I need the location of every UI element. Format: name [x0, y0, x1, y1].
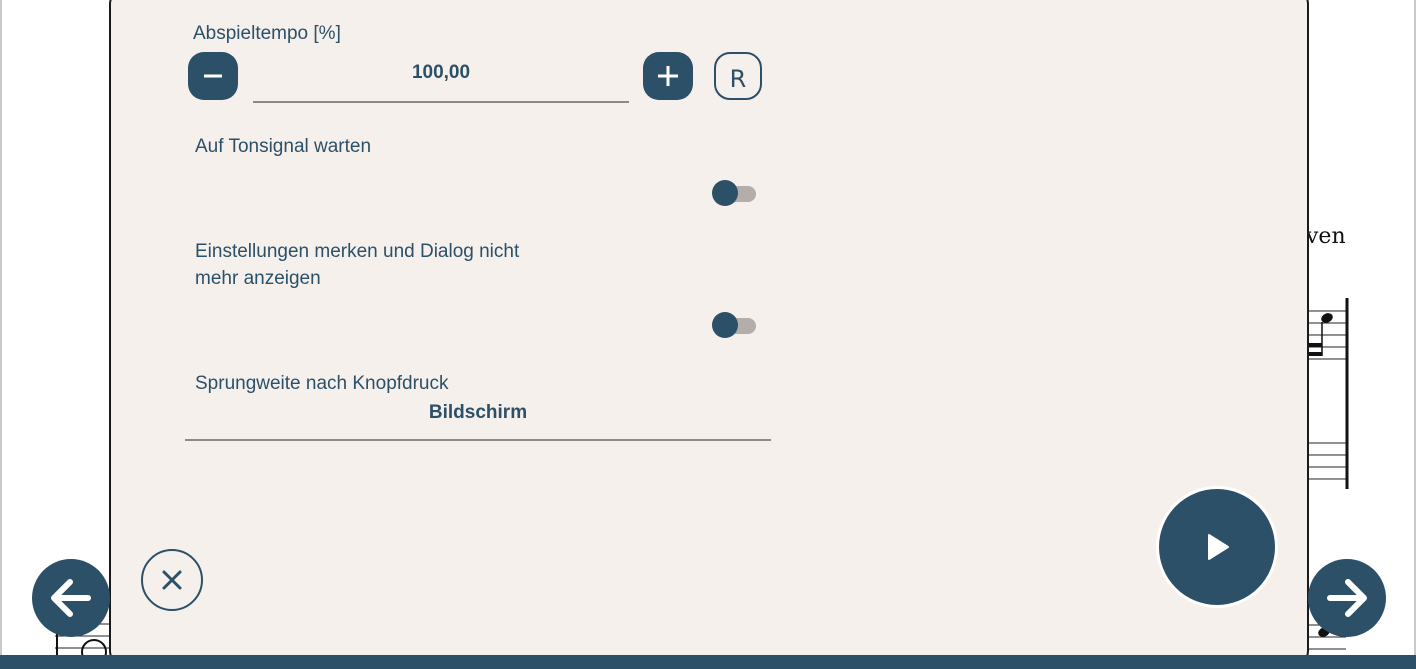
remember-settings-label-line1: Einstellungen merken und Dialog nicht — [195, 241, 520, 262]
tempo-increase-button[interactable] — [643, 52, 693, 100]
page-edge-bottom — [0, 655, 1416, 669]
minus-icon — [204, 74, 222, 78]
wait-for-tone-label: Auf Tonsignal warten — [195, 136, 372, 157]
close-icon — [162, 570, 182, 590]
arrow-right-icon — [1327, 579, 1367, 617]
play-icon — [1208, 534, 1229, 560]
previous-page-button[interactable] — [32, 559, 110, 637]
playback-settings-dialog: Abspieltempo [%] 100,00 R Auf Tonsignal … — [109, 0, 1309, 665]
wait-for-tone-toggle[interactable] — [712, 179, 756, 207]
tempo-decrease-button[interactable] — [188, 52, 238, 100]
tempo-reset-button[interactable]: R — [714, 52, 762, 100]
remember-settings-label-line2: mehr anzeigen — [195, 268, 321, 289]
jump-width-select[interactable]: Bildschirm — [185, 392, 771, 441]
toggle-knob — [712, 180, 738, 206]
plus-icon — [658, 66, 678, 86]
next-page-button[interactable] — [1308, 559, 1386, 637]
play-button[interactable] — [1156, 486, 1278, 608]
arrow-left-icon — [51, 579, 91, 617]
tempo-label: Abspieltempo [%] — [193, 23, 341, 44]
reset-label: R — [729, 65, 747, 93]
toggle-knob — [712, 312, 738, 338]
remember-settings-toggle[interactable] — [712, 311, 756, 339]
close-button[interactable] — [141, 549, 203, 611]
tempo-value-field[interactable]: 100,00 — [253, 52, 629, 103]
